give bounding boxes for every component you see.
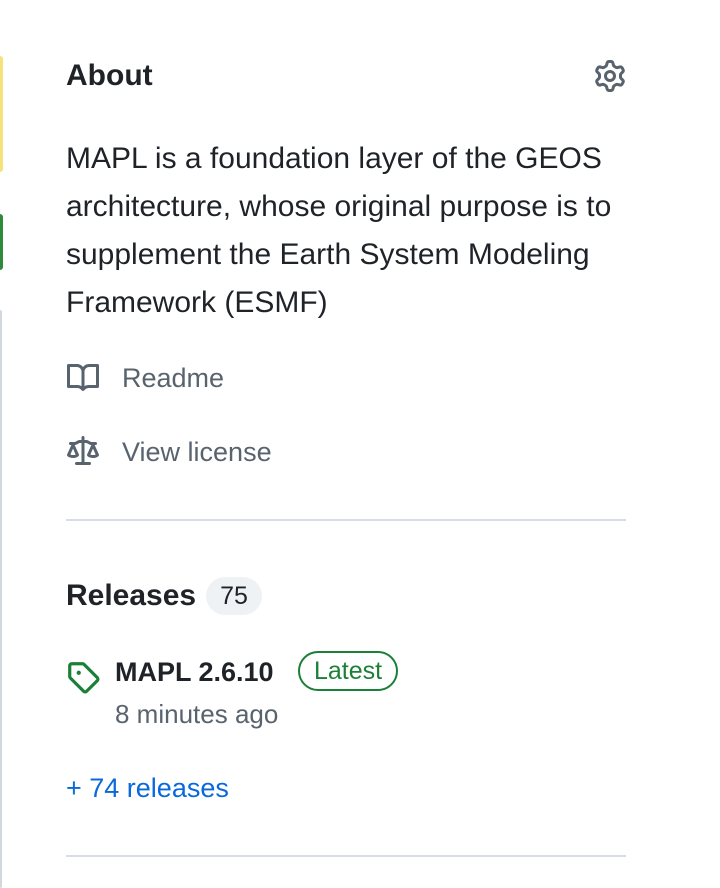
releases-header-link[interactable]: Releases 75 — [66, 576, 262, 616]
settings-button[interactable] — [592, 58, 628, 94]
law-scale-icon — [66, 435, 100, 469]
about-header: About — [66, 56, 626, 96]
readme-link[interactable]: Readme — [66, 360, 224, 396]
edge-strip-green — [0, 214, 3, 270]
releases-title: Releases — [66, 579, 197, 612]
readme-label: Readme — [122, 362, 225, 393]
section-divider — [66, 519, 626, 521]
gear-icon — [595, 60, 625, 92]
release-name: MAPL 2.6.10 — [115, 657, 274, 687]
about-title: About — [66, 59, 153, 92]
edge-strip-gray — [0, 310, 2, 888]
latest-badge: Latest — [298, 651, 399, 691]
more-releases-link[interactable]: + 74 releases — [66, 770, 229, 806]
book-icon — [66, 361, 100, 395]
repo-description: MAPL is a foundation layer of the GEOS a… — [66, 142, 612, 319]
release-timestamp: 8 minutes ago — [115, 699, 279, 729]
section-divider — [66, 855, 626, 857]
license-label: View license — [122, 436, 272, 467]
releases-count-badge: 75 — [206, 577, 262, 615]
latest-release-item[interactable]: MAPL 2.6.10 Latest 8 minutes ago — [66, 650, 626, 740]
license-link[interactable]: View license — [66, 434, 272, 470]
edge-strip-yellow — [0, 56, 3, 172]
tag-icon — [68, 662, 100, 694]
